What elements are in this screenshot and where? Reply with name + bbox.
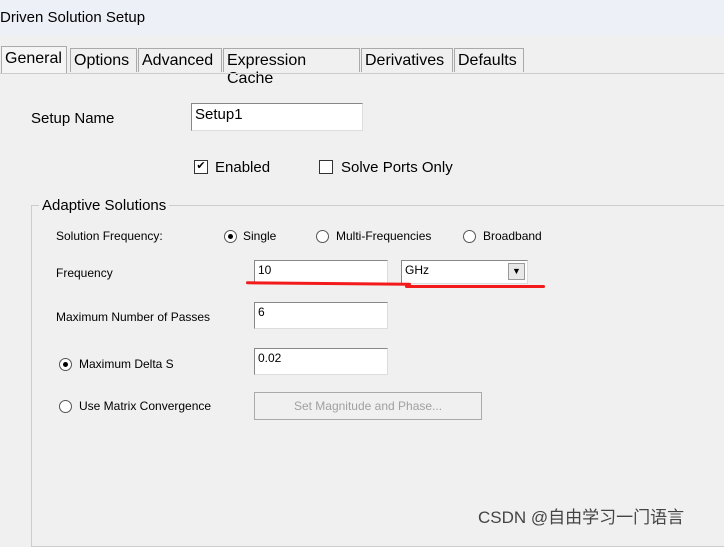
frequency-unit-select[interactable]: GHz ▼	[401, 260, 528, 284]
tab-advanced[interactable]: Advanced	[138, 48, 222, 72]
max-passes-label: Maximum Number of Passes	[56, 310, 211, 324]
frequency-label: Frequency	[56, 266, 113, 280]
solve-ports-only-label: Solve Ports Only	[341, 159, 453, 176]
matrix-convergence-radio[interactable]	[59, 400, 72, 413]
frequency-input[interactable]: 10	[254, 260, 388, 284]
tab-defaults[interactable]: Defaults	[454, 48, 524, 72]
max-delta-s-label: Maximum Delta S	[79, 357, 174, 371]
chevron-down-icon[interactable]: ▼	[508, 263, 525, 280]
multi-frequencies-label: Multi-Frequencies	[336, 229, 432, 243]
max-passes-input[interactable]: 6	[254, 302, 388, 329]
frequency-unit-value: GHz	[405, 263, 429, 277]
solution-frequency-label: Solution Frequency:	[56, 229, 163, 243]
red-underline-annotation	[405, 285, 545, 288]
setup-name-label: Setup Name	[31, 110, 115, 127]
single-label: Single	[243, 229, 277, 243]
adaptive-solutions-title: Adaptive Solutions	[39, 197, 170, 214]
tab-expression-cache[interactable]: Expression Cache	[223, 48, 360, 87]
enabled-label: Enabled	[215, 159, 271, 176]
broadband-label: Broadband	[483, 229, 542, 243]
matrix-convergence-label: Use Matrix Convergence	[79, 399, 212, 413]
tab-derivatives[interactable]: Derivatives	[361, 48, 453, 72]
broadband-radio[interactable]	[463, 230, 476, 243]
window-title: Driven Solution Setup	[0, 9, 146, 26]
watermark: CSDN @自由学习一门语言	[478, 508, 685, 527]
max-delta-s-radio[interactable]	[59, 358, 72, 371]
tab-general[interactable]: General	[1, 46, 67, 74]
single-radio[interactable]	[224, 230, 237, 243]
solve-ports-only-checkbox[interactable]	[319, 160, 333, 174]
setup-name-input[interactable]: Setup1	[191, 103, 363, 131]
set-magnitude-phase-button[interactable]: Set Magnitude and Phase...	[254, 392, 482, 420]
max-delta-s-input[interactable]: 0.02	[254, 348, 388, 375]
tab-options[interactable]: Options	[70, 48, 137, 72]
adaptive-solutions-group	[31, 205, 724, 547]
multi-frequencies-radio[interactable]	[316, 230, 329, 243]
enabled-checkbox[interactable]: ✔	[194, 160, 208, 174]
